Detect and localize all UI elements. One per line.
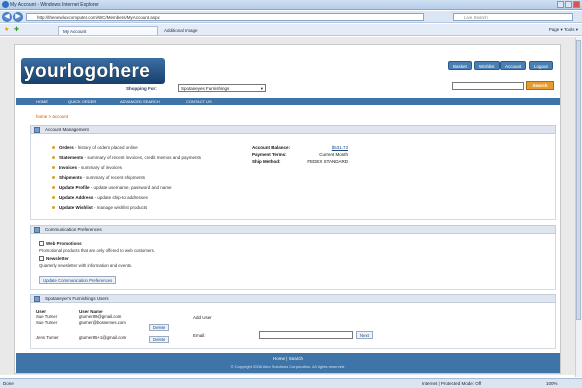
window-controls [556,1,580,8]
comm-prefs-header: Communication Preferences [30,225,556,234]
comm-prefs-title: Communication Preferences [45,227,102,232]
address-bar-row: ◀ ▶ http://thenewluxcomputer.com/WC/Memb… [0,11,582,23]
delete-button[interactable]: Delete [149,336,170,343]
newsletter-option: Newsletter [39,256,69,262]
footer-links[interactable]: Home | Search [16,356,560,361]
bullet-icon [52,186,55,190]
list-item[interactable]: Statements - summary of recent invoices,… [52,155,201,160]
section-icon [34,227,40,233]
list-item[interactable]: Update Profile - update username, passwo… [52,185,172,190]
bullet-icon [52,176,55,180]
delete-button[interactable]: Delete [149,324,170,331]
newsletter-desc: Quarterly newsletter with information an… [39,263,133,268]
address-input[interactable]: http://thenewluxcomputer.com/WC/Members/… [26,13,424,21]
section-icon [34,127,40,133]
users-title: Spotaneyer's Furnishings Users [45,296,109,301]
title-bar: My Account - Windows Internet Explorer [0,0,582,10]
list-item[interactable]: Orders - history of orders placed online [52,145,138,150]
security-zone[interactable]: Internet | Protected Mode: Off [422,379,481,388]
zoom-level[interactable]: 100% [546,379,558,388]
shopping-for-select[interactable]: Spotaneyes Furnishings ▾ [178,84,266,92]
status-bar: Done Internet | Protected Mode: Off 100% [0,378,582,388]
ie-logo-icon [2,1,9,8]
chevron-down-icon: ▾ [260,86,263,91]
window-title: My Account - Windows Internet Explorer [10,2,99,8]
close-button[interactable] [573,1,580,8]
shopping-for-label: Shopping For: [126,86,157,91]
nav-quick-order[interactable]: QUICK ORDER [68,98,96,105]
table-row: Sue Turner gturner@bosserves.com [36,320,126,325]
search-button[interactable]: Search [526,81,554,90]
account-button[interactable]: Account [500,61,527,70]
basket-button[interactable]: Basket [448,61,472,70]
account-management-title: Account Management [45,127,89,132]
shopping-for-value: Spotaneyes Furnishings [181,86,230,91]
bullet-icon [52,146,55,150]
web-promotions-option: Web Promotions [39,241,82,247]
status-text: Done [3,381,14,386]
maximize-button[interactable] [565,1,572,8]
account-management-header: Account Management [30,125,556,134]
site-logo[interactable]: yourlogohere [24,61,150,83]
minimize-button[interactable] [557,1,564,8]
bullet-icon [52,166,55,170]
live-search-input[interactable]: Live Search [453,13,573,21]
tab-additional-image[interactable]: Additional Image [160,26,252,35]
section-icon [34,296,40,302]
main-nav: HOME QUICK ORDER ADVANCED SEARCH CONTACT… [16,98,560,105]
users-body [30,303,556,349]
forward-button[interactable]: ▶ [13,12,23,22]
payment-terms-row: Payment Terms: Current Month [252,152,348,157]
update-comm-prefs-button[interactable]: Update Communication Preferences [39,276,117,284]
list-item[interactable]: Shipments - summary of recent shipments [52,175,145,180]
scrollbar-thumb[interactable] [576,40,581,320]
back-button[interactable]: ◀ [2,12,12,22]
email-label: Email: [193,333,206,338]
web-promotions-desc: Promotional products that are only offer… [39,248,155,253]
web-promotions-checkbox[interactable] [39,241,44,247]
add-favorites-icon[interactable]: ✚ [14,26,19,33]
tab-row: ★ ✚ My Account Additional Image Page ▾ T… [0,24,582,36]
wishlist-button[interactable]: Wishlist [474,61,500,70]
site-footer: Home | Search © Copyright 2008 Alex Solu… [16,353,560,373]
favorites-star-icon[interactable]: ★ [4,26,9,33]
nav-contact-us[interactable]: CONTACT US [186,98,212,105]
newsletter-checkbox[interactable] [39,256,44,262]
list-item[interactable]: Update Address - update ship-to addresse… [52,195,148,200]
list-item[interactable]: Invoices - summary of invoices [52,165,122,170]
ship-method-row: Ship Method: FEDEX STANDARD [252,159,348,164]
table-row: Jens Turner gturner85+1@gmail.com [36,335,127,340]
bullet-icon [52,206,55,210]
bullet-icon [52,196,55,200]
breadcrumb[interactable]: home > account [36,114,68,119]
command-bar[interactable]: Page ▾ Tools ▾ [549,27,578,33]
site-search-input[interactable] [452,82,524,90]
footer-copyright: © Copyright 2008 Alex Solutions Corporat… [230,364,346,369]
nav-advanced-search[interactable]: ADVANCED SEARCH [120,98,160,105]
email-field[interactable] [259,331,353,339]
add-user-label: Add User [193,315,212,320]
tab-my-account[interactable]: My Account [58,26,158,35]
bullet-icon [52,156,55,160]
nav-home[interactable]: HOME [36,98,48,105]
account-balance-link[interactable]: $531.73 [302,145,348,150]
users-header: Spotaneyer's Furnishings Users [30,294,556,303]
list-item[interactable]: Update Wishlist - manage wishlist produc… [52,205,147,210]
account-balance-row: Account Balance: $531.73 [252,145,348,150]
logout-button[interactable]: Logout [529,61,553,70]
next-button[interactable]: Next [356,331,373,339]
table-row: Sue Turner gturner89@gmail.com [36,314,122,319]
